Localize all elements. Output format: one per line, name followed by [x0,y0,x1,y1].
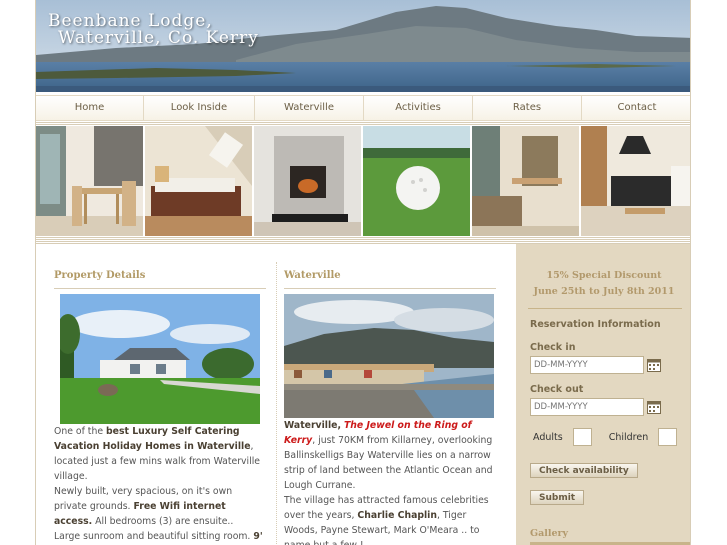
photo-fireplace[interactable] [254,126,361,236]
photo-kitchen[interactable] [581,126,690,236]
waterville-column: Waterville Waterville, The Jewel on the … [284,270,496,545]
check-availability-button[interactable]: Check availability [530,463,638,478]
header-banner: Beenbane Lodge, Waterville, Co. Kerry [36,0,690,92]
photo-living-room[interactable] [472,126,579,236]
waterville-title: Waterville [284,270,496,289]
checkin-calendar-icon[interactable] [647,358,661,372]
check-availability-row: Check availability [516,458,690,478]
checkout-input[interactable] [530,398,644,416]
reservation-sidebar: 15% Special Discount June 25th to July 8… [516,244,690,545]
main-nav: Home Look Inside Waterville Activities R… [36,95,690,121]
photo-divider-stripe [36,236,690,244]
waterville-village-image[interactable] [284,294,494,418]
site-title-line2: Waterville, Co. Kerry [58,28,259,48]
photo-dining-room[interactable] [36,126,143,236]
adults-label: Adults [533,431,563,443]
waterville-description: Waterville, The Jewel on the Ring of Ker… [284,420,493,545]
guests-row: Adults Children [533,428,690,446]
nav-contact[interactable]: Contact [582,96,690,120]
submit-button[interactable]: Submit [530,490,585,505]
nav-look-inside[interactable]: Look Inside [144,96,255,120]
nav-waterville[interactable]: Waterville [255,96,364,120]
reservation-title: Reservation Information [530,319,661,330]
page-wrapper: Beenbane Lodge, Waterville, Co. Kerry Ho… [35,0,691,545]
discount-line1: 15% Special Discount [546,270,662,281]
special-discount: 15% Special Discount June 25th to July 8… [516,244,690,300]
checkout-row [530,398,690,416]
photo-strip [36,126,690,236]
property-details-title: Property Details [54,270,266,289]
checkout-calendar-icon[interactable] [647,400,661,414]
property-details-column: Property Details One of the best Luxury … [54,270,266,544]
discount-divider [528,308,682,309]
children-input[interactable] [658,428,678,446]
checkin-label: Check in [530,342,576,353]
submit-row: Submit [516,485,690,505]
nav-activities[interactable]: Activities [364,96,473,120]
site-title: Beenbane Lodge, Waterville, Co. Kerry [48,13,259,47]
children-label: Children [608,431,649,443]
checkout-label: Check out [530,384,584,395]
photo-golf[interactable] [363,126,470,236]
checkin-input[interactable] [530,356,644,374]
photo-bedroom[interactable] [145,126,252,236]
checkin-row [530,356,690,374]
gallery-title: Gallery [530,528,569,539]
property-description: One of the best Luxury Self Catering Vac… [54,426,263,542]
nav-home[interactable]: Home [36,96,144,120]
adults-input[interactable] [572,428,592,446]
nav-rates[interactable]: Rates [473,96,582,120]
property-exterior-image[interactable] [60,294,260,424]
column-divider [276,262,277,545]
discount-line2: June 25th to July 8th 2011 [533,286,675,297]
